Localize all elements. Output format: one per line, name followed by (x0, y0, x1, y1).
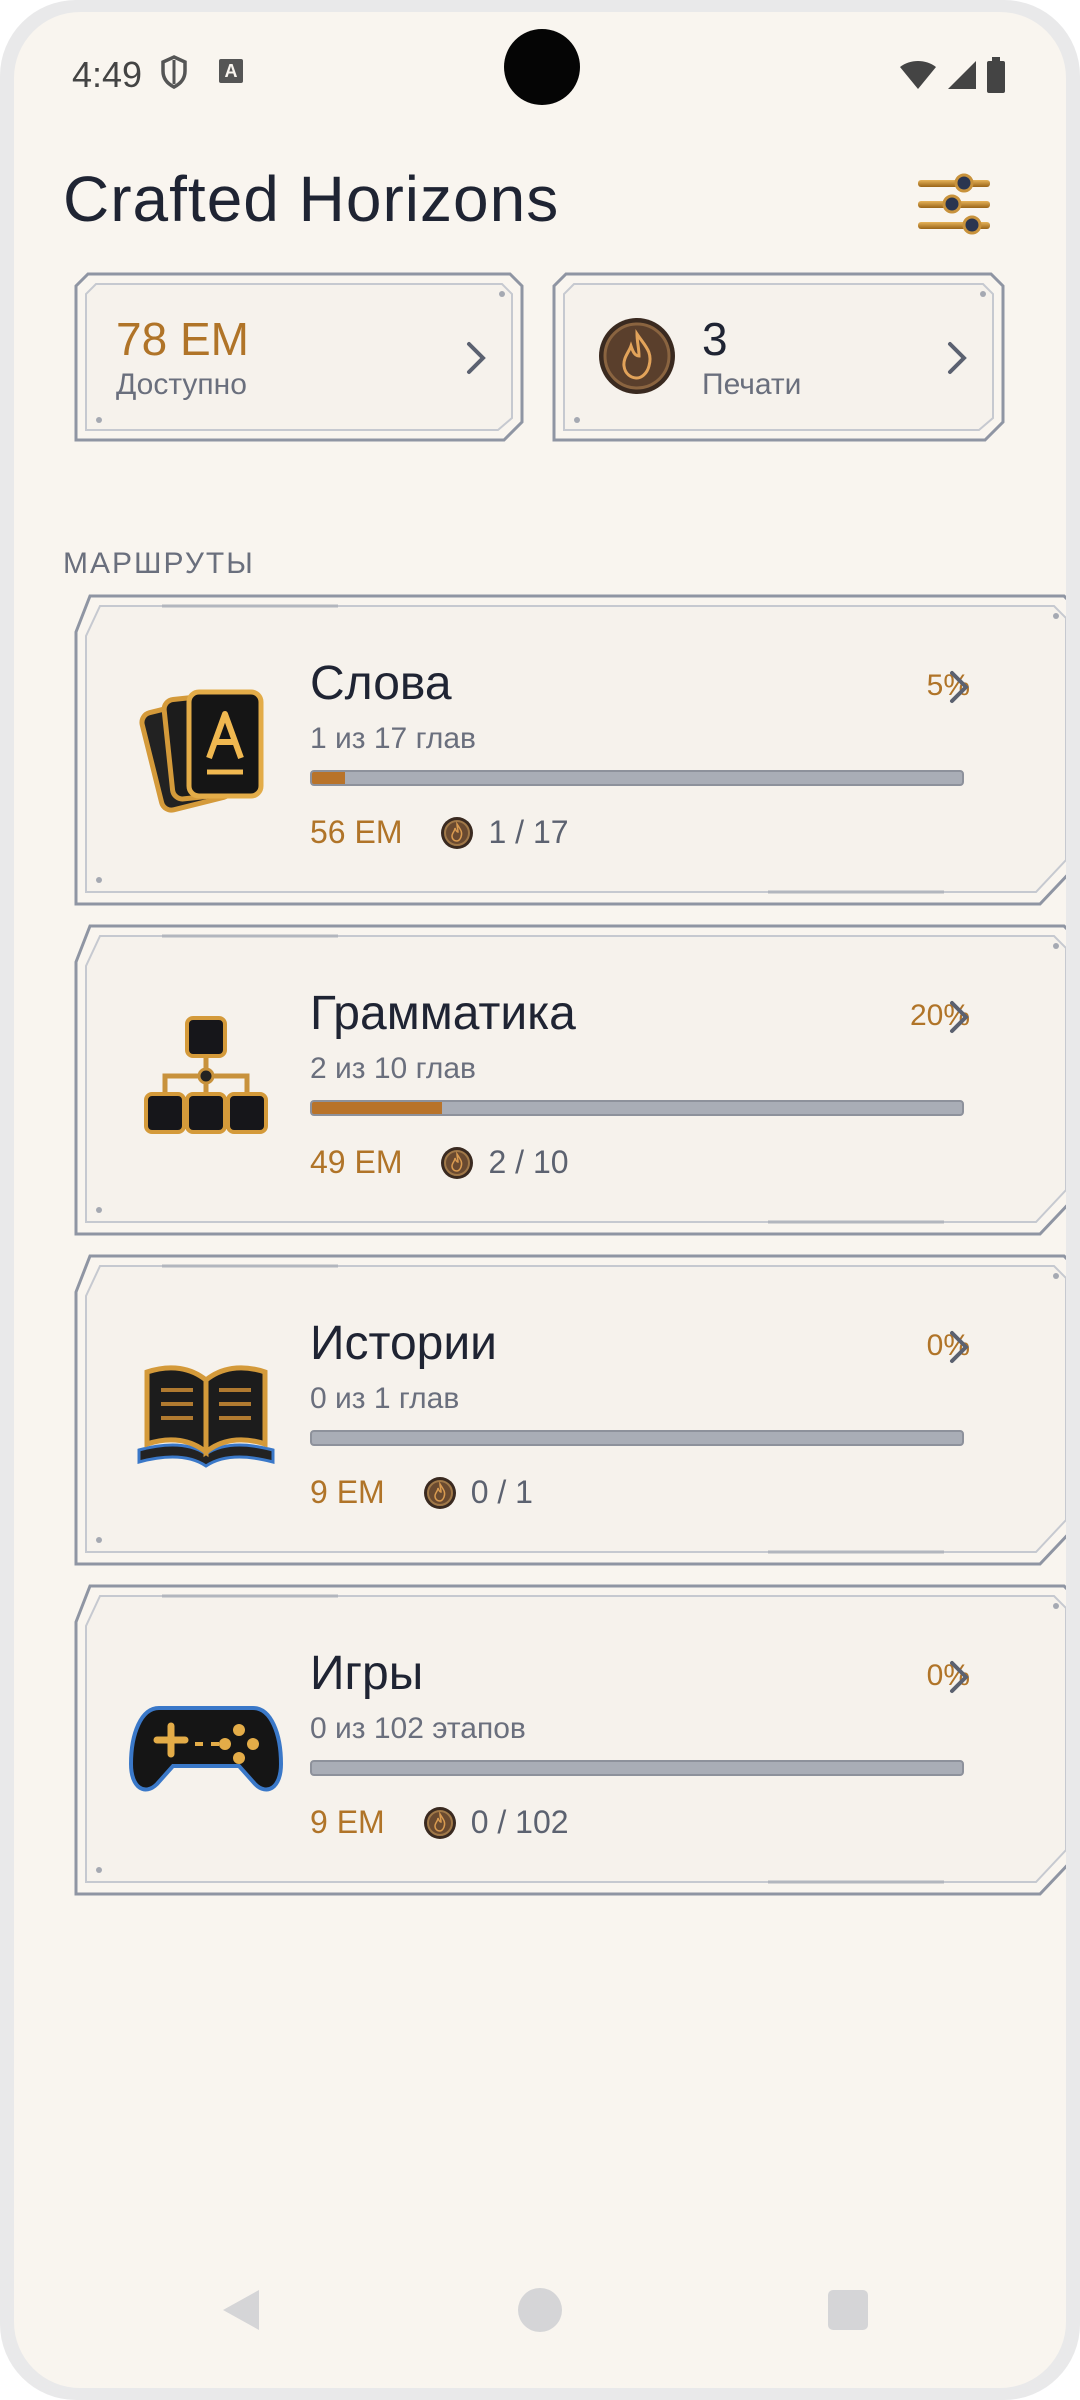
seals-label: Печати (702, 368, 802, 401)
progress-bar (310, 1760, 964, 1776)
page-title: Crafted Horizons (63, 163, 560, 235)
battery-icon (987, 57, 1005, 93)
chevron-right-icon (948, 342, 967, 374)
chevron-right-icon (950, 1331, 969, 1363)
back-icon[interactable] (219, 2286, 263, 2334)
route-seal-count: 1 / 17 (488, 814, 569, 850)
system-nav-bar (14, 2268, 1066, 2388)
shield-icon (161, 55, 187, 89)
progress-bar (310, 1430, 964, 1446)
seal-coin-icon (441, 817, 474, 849)
em-value: 78 EM (116, 313, 249, 365)
seal-coin-icon (423, 1477, 456, 1509)
chevron-right-icon (950, 1661, 969, 1693)
route-name: Слова (310, 657, 452, 710)
wifi-icon (900, 61, 936, 89)
route-em: 49 EM (310, 1144, 403, 1180)
route-seal-count: 0 / 1 (470, 1474, 533, 1510)
route-progress-text: 0 из 1 глав (310, 1382, 460, 1415)
signal-icon (948, 61, 976, 89)
route-card[interactable]: Истории 0 из 1 глав 0% 9 EM 0 / 1 (74, 1254, 1066, 1566)
em-balance-card[interactable]: 78 EM Доступно (74, 272, 524, 442)
route-progress-text: 1 из 17 глав (310, 722, 476, 755)
cards-icon (129, 674, 284, 824)
home-button[interactable] (518, 2288, 562, 2332)
hierarchy-icon (129, 1004, 284, 1154)
route-progress-text: 2 из 10 глав (310, 1052, 476, 1085)
status-bar: 4:49 A (14, 12, 1066, 122)
device-frame: 4:49 A Crafted Horizons 78 EM Доступно 3… (0, 0, 1080, 2400)
seal-coin-icon (423, 1807, 456, 1839)
route-em: 56 EM (310, 814, 403, 850)
recents-button[interactable] (828, 2290, 868, 2330)
progress-bar (310, 1100, 964, 1116)
route-em: 9 EM (310, 1474, 385, 1510)
section-title: МАРШРУТЫ (63, 547, 255, 580)
keyboard-a-icon: A (219, 59, 243, 83)
route-card[interactable]: Игры 0 из 102 этапов 0% 9 EM 0 / 102 (74, 1584, 1066, 1896)
seals-value: 3 (702, 313, 728, 365)
progress-fill (312, 772, 345, 784)
route-progress-text: 0 из 102 этапов (310, 1712, 526, 1745)
route-name: Истории (310, 1317, 497, 1370)
route-em: 9 EM (310, 1804, 385, 1840)
seals-card[interactable]: 3 Печати (552, 272, 1005, 442)
gamepad-icon (128, 1664, 284, 1814)
status-icons (898, 57, 1006, 93)
front-camera (504, 29, 580, 105)
chevron-right-icon (467, 342, 486, 374)
seal-coin-icon (441, 1147, 474, 1179)
route-seal-count: 2 / 10 (488, 1144, 569, 1180)
chevron-right-icon (950, 671, 969, 703)
chevron-right-icon (950, 1001, 969, 1033)
status-time: 4:49 (72, 54, 143, 95)
progress-fill (312, 1102, 442, 1114)
route-name: Игры (310, 1647, 424, 1700)
route-seal-count: 0 / 102 (470, 1804, 569, 1840)
settings-sliders-icon[interactable] (914, 170, 994, 240)
app-screen: 4:49 A Crafted Horizons 78 EM Доступно 3… (14, 12, 1066, 2388)
progress-bar (310, 770, 964, 786)
route-card[interactable]: Грамматика 2 из 10 глав 20% 49 EM 2 / 10 (74, 924, 1066, 1236)
route-name: Грамматика (310, 987, 576, 1040)
book-icon (129, 1334, 284, 1484)
em-label: Доступно (116, 368, 247, 401)
seal-flame-icon (599, 318, 675, 394)
route-card[interactable]: Слова 1 из 17 глав 5% 56 EM 1 / 17 (74, 594, 1066, 906)
